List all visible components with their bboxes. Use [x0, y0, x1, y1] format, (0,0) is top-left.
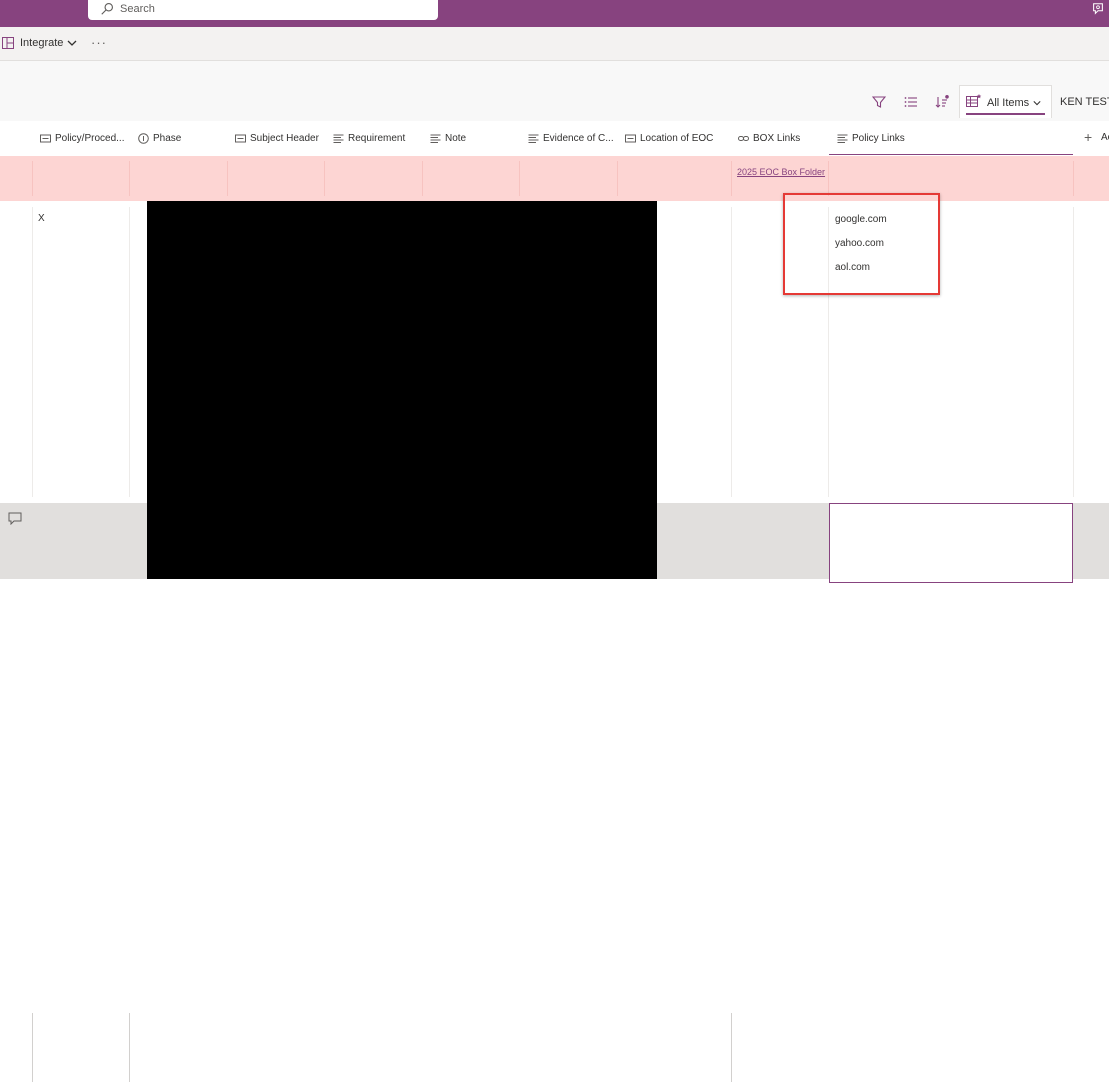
column-header-note[interactable]: Note — [430, 121, 466, 155]
column-header-row: Policy/Proced... Phase Subject Header Re… — [0, 121, 1109, 155]
cell-divider — [731, 207, 732, 497]
group-by-icon[interactable] — [904, 95, 918, 109]
text-field-icon — [40, 134, 51, 142]
column-header-evidence[interactable]: Evidence of C... — [528, 121, 614, 155]
integrate-label: Integrate — [20, 37, 64, 49]
cell-divider — [731, 161, 732, 196]
cell-divider — [1073, 161, 1074, 196]
sort-icon[interactable] — [935, 95, 949, 109]
chevron-down-icon — [67, 40, 77, 46]
cell-divider — [617, 161, 618, 196]
policy-procedure-value: X — [38, 213, 45, 224]
view-tab-all-items[interactable]: All Items — [959, 85, 1052, 118]
column-header-requirement[interactable]: Requirement — [333, 121, 405, 155]
cell-divider — [227, 161, 228, 196]
comment-icon[interactable] — [8, 512, 22, 525]
add-column-button[interactable]: Ac — [1101, 132, 1109, 143]
command-bar: Integrate ··· — [0, 27, 1109, 61]
cell-divider — [32, 1013, 33, 1082]
column-label: Policy/Proced... — [55, 132, 125, 144]
view-tab-label: All Items — [987, 97, 1030, 109]
column-label: Requirement — [348, 132, 406, 144]
multiline-text-icon — [430, 134, 441, 143]
choice-field-icon — [138, 132, 149, 144]
selected-column-indicator — [829, 154, 1073, 155]
cell-divider — [731, 1013, 732, 1082]
chevron-down-icon — [1033, 101, 1041, 106]
cell-divider — [129, 207, 130, 497]
column-label: BOX Links — [753, 132, 801, 144]
cell-divider — [1073, 207, 1074, 497]
column-label: Phase — [153, 132, 182, 144]
view-tab-ken-test[interactable]: KEN TEST — [1060, 96, 1109, 108]
people-feedback-icon[interactable] — [1091, 2, 1105, 16]
text-field-icon — [625, 134, 636, 142]
more-options-button[interactable]: ··· — [91, 35, 107, 50]
box-folder-link[interactable]: 2025 EOC Box Folder — [737, 167, 825, 177]
filter-icon[interactable] — [872, 95, 886, 109]
cell-divider — [422, 161, 423, 196]
policy-links-edit-cell[interactable] — [829, 503, 1073, 583]
search-icon — [101, 3, 113, 15]
column-label: Evidence of C... — [543, 132, 614, 144]
column-header-phase[interactable]: Phase — [138, 121, 181, 155]
column-header-policy-links[interactable]: Policy Links — [837, 121, 905, 155]
cell-divider — [324, 161, 325, 196]
multiline-text-icon — [333, 134, 344, 143]
cell-divider — [129, 161, 130, 196]
column-label: Subject Header — [250, 132, 319, 144]
app-header: Search — [0, 0, 1109, 27]
search-box[interactable]: Search — [88, 0, 438, 20]
redacted-area — [147, 201, 657, 579]
table-row[interactable] — [0, 156, 1109, 201]
active-tab-indicator — [966, 113, 1045, 115]
cell-divider — [828, 161, 829, 196]
view-bar: All Items KEN TEST — [0, 61, 1109, 122]
column-label: Location of EOC — [640, 132, 714, 144]
column-header-location-of-eoc[interactable]: Location of EOC — [625, 121, 713, 155]
cell-divider — [32, 207, 33, 497]
cell-divider — [129, 1013, 130, 1082]
link-icon — [738, 135, 749, 141]
integrate-icon — [2, 37, 14, 49]
column-header-subject-header[interactable]: Subject Header — [235, 121, 319, 155]
list-view-icon — [966, 94, 982, 107]
add-column-icon[interactable]: + — [1084, 130, 1092, 144]
column-header-box-links[interactable]: BOX Links — [738, 121, 800, 155]
multiline-text-icon — [837, 134, 848, 143]
cell-divider — [32, 161, 33, 196]
search-placeholder: Search — [120, 3, 155, 15]
text-field-icon — [235, 134, 246, 142]
column-label: Policy Links — [852, 132, 905, 144]
cell-divider — [519, 161, 520, 196]
annotation-highlight-box — [783, 193, 940, 295]
column-header-policy-procedure[interactable]: Policy/Proced... — [40, 121, 124, 155]
column-label: Note — [445, 132, 467, 144]
multiline-text-icon — [528, 134, 539, 143]
integrate-button[interactable]: Integrate — [2, 35, 77, 51]
